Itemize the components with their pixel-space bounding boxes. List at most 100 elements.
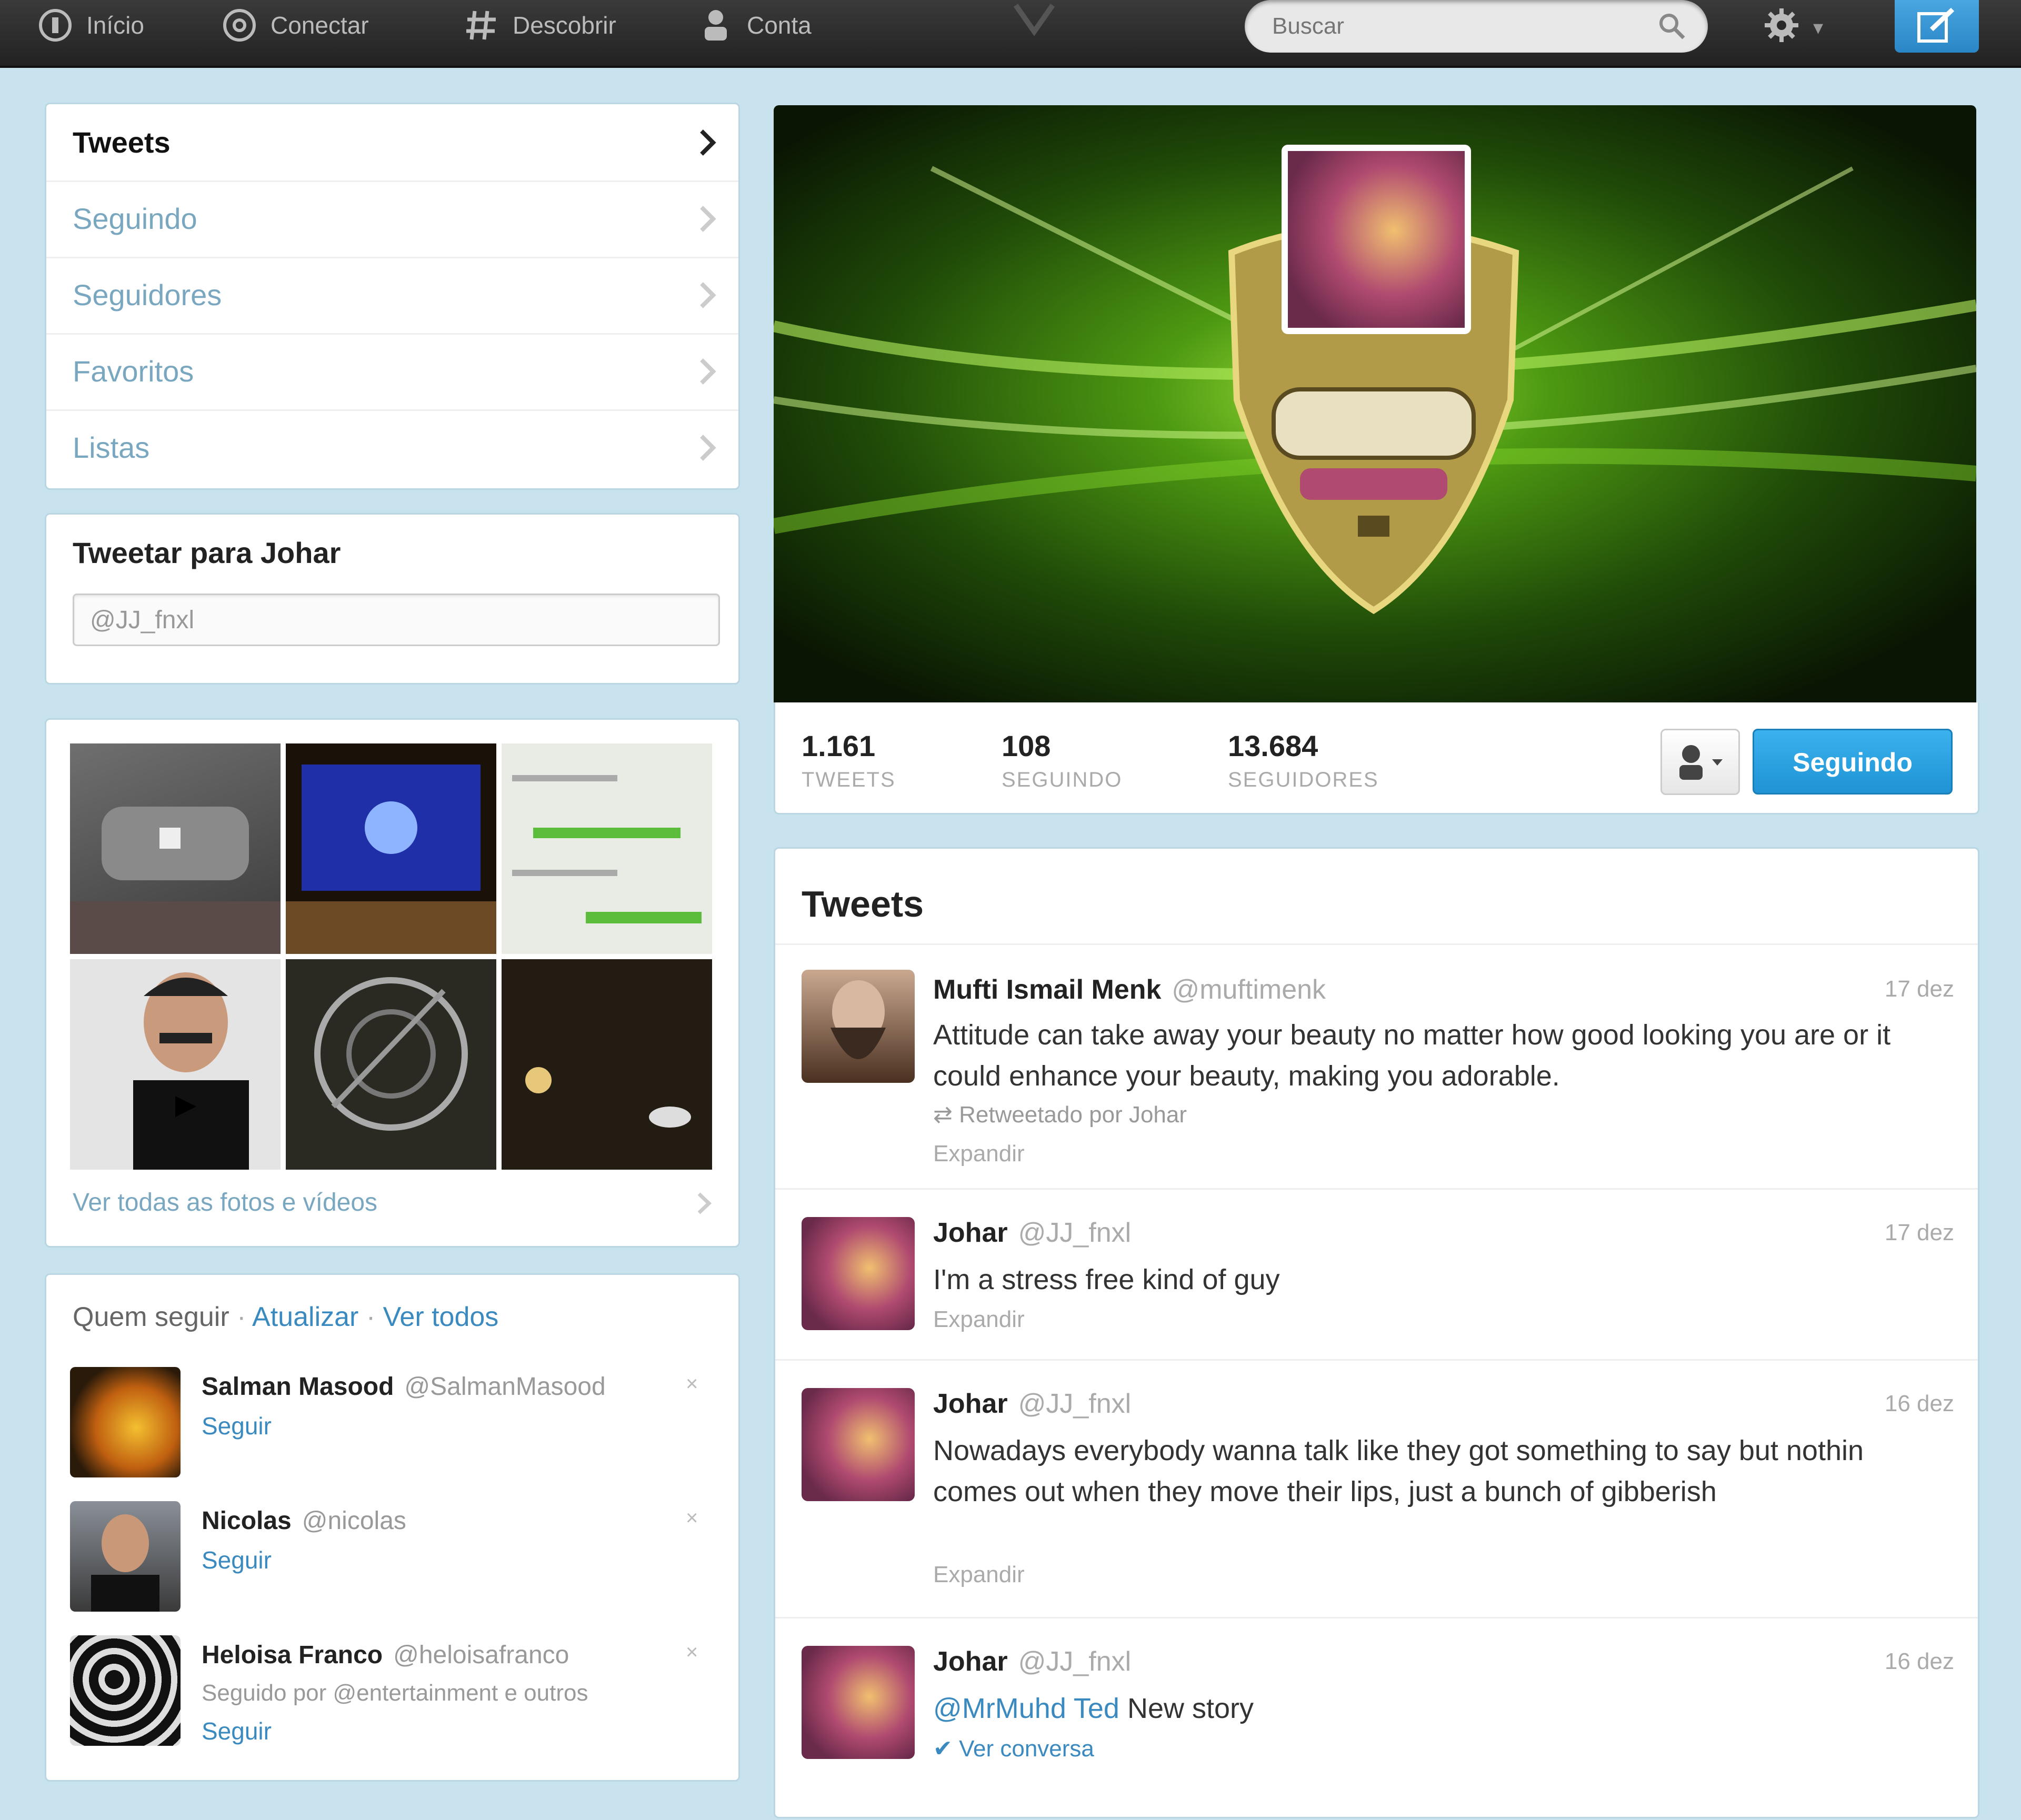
tweet-time[interactable]: 17 dez <box>1885 1220 1954 1246</box>
tweet-to-input[interactable] <box>73 594 720 646</box>
stat-following-label: SEGUINDO <box>1002 768 1123 791</box>
mention-link[interactable]: @MrMuhd Ted <box>933 1693 1119 1724</box>
dismiss-icon[interactable]: × <box>686 1641 698 1664</box>
suggestion-handle: @heloisafranco <box>393 1641 569 1669</box>
search-icon[interactable] <box>1657 12 1687 41</box>
suggestion-handle: @nicolas <box>302 1507 406 1535</box>
tweet[interactable]: Mufti Ismail Menk @muftimenk 17 dez Attit… <box>775 943 1978 1190</box>
follow-link[interactable]: Seguir <box>202 1412 272 1440</box>
nav-account[interactable]: Conta <box>697 0 812 50</box>
avatar[interactable] <box>802 1388 915 1501</box>
tweet[interactable]: Johar @JJ_fnxl 16 dez Nowadays everybody … <box>775 1359 1978 1618</box>
who-to-follow-header: Quem seguir · Atualizar · Ver todos <box>73 1301 498 1333</box>
expand-link[interactable]: Expandir <box>933 1562 1025 1588</box>
refresh-link[interactable]: Atualizar <box>252 1302 358 1332</box>
tweet-to-title: Tweetar para Johar <box>73 536 341 569</box>
nav-following-label: Seguindo <box>73 202 197 235</box>
follow-link[interactable]: Seguir <box>202 1717 272 1745</box>
tweet-author[interactable]: Johar <box>933 1389 1008 1419</box>
avatar[interactable] <box>802 970 915 1083</box>
all-media-link[interactable]: Ver todas as fotos e vídeos <box>73 1188 712 1217</box>
who-to-follow-title: Quem seguir <box>73 1302 229 1332</box>
tweet-time[interactable]: 16 dez <box>1885 1648 1954 1675</box>
expand-link[interactable]: Expandir <box>933 1306 1025 1333</box>
chevron-right-icon <box>700 282 716 308</box>
expand-link[interactable]: Expandir <box>933 1141 1025 1167</box>
suggestion-name[interactable]: Nicolas @nicolas <box>202 1506 406 1535</box>
view-conversation-link[interactable]: ✔ Ver conversa <box>933 1735 1094 1762</box>
media-thumb[interactable] <box>70 743 281 954</box>
retweet-icon: ⇄ <box>933 1102 959 1128</box>
nav-lists-label: Listas <box>73 431 150 464</box>
settings-gear-icon[interactable] <box>1760 4 1803 46</box>
media-thumb[interactable] <box>502 743 712 954</box>
timeline-title: Tweets <box>802 883 924 924</box>
follow-link[interactable]: Seguir <box>202 1546 272 1574</box>
nav-connect[interactable]: Conectar <box>221 0 369 50</box>
tweet-author[interactable]: Johar <box>933 1646 1008 1677</box>
nav-home-label: Início <box>86 11 144 39</box>
nav-followers[interactable]: Seguidores <box>46 257 738 335</box>
stat-following-count: 108 <box>1002 729 1051 762</box>
tweet-header: Johar @JJ_fnxl <box>933 1217 1131 1249</box>
nav-lists[interactable]: Listas <box>46 409 738 486</box>
view-all-link[interactable]: Ver todos <box>383 1302 499 1332</box>
profile-nav-panel: Tweets Seguindo Seguidores Favoritos Lis… <box>45 103 740 490</box>
stat-followers-count: 13.684 <box>1228 729 1318 762</box>
avatar[interactable] <box>70 1367 181 1477</box>
nav-favorites-label: Favoritos <box>73 355 194 388</box>
tweets-timeline-panel: Tweets Mufti Ismail Menk @muftimenk 17 de… <box>774 847 1979 1818</box>
avatar[interactable] <box>802 1646 915 1759</box>
nav-followers-label: Seguidores <box>73 278 222 311</box>
tweet[interactable]: Johar @JJ_fnxl 17 dez I'm a stress free k… <box>775 1188 1978 1361</box>
dismiss-icon[interactable]: × <box>686 1372 698 1396</box>
user-actions-dropdown[interactable] <box>1660 729 1740 795</box>
media-thumb[interactable] <box>70 959 281 1170</box>
at-icon <box>221 7 258 44</box>
tweet-time[interactable]: 16 dez <box>1885 1391 1954 1417</box>
tweet-text: @MrMuhd Ted New story <box>933 1688 1896 1729</box>
media-thumb[interactable] <box>502 959 712 1170</box>
tweet[interactable]: Johar @JJ_fnxl 16 dez @MrMuhd Ted New sto… <box>775 1617 1978 1817</box>
followed-by-note: Seguido por @entertainment e outros <box>202 1680 588 1706</box>
search-input[interactable] <box>1271 9 1642 43</box>
chevron-right-icon <box>700 129 716 156</box>
media-thumb[interactable] <box>286 959 496 1170</box>
tweet-author[interactable]: Mufti Ismail Menk <box>933 974 1161 1005</box>
twitter-bird-logo[interactable] <box>1010 0 1058 37</box>
suggestion-name[interactable]: Heloisa Franco @heloisafranco <box>202 1641 569 1670</box>
retweeted-by: ⇄ Retweetado por Johar <box>933 1102 1187 1128</box>
avatar[interactable] <box>802 1217 915 1330</box>
avatar[interactable] <box>70 1635 181 1746</box>
nav-home[interactable]: Início <box>37 0 144 50</box>
nav-tweets[interactable]: Tweets <box>46 104 738 182</box>
tweet-header: Mufti Ismail Menk @muftimenk <box>933 974 1326 1005</box>
nav-favorites[interactable]: Favoritos <box>46 333 738 411</box>
all-media-label: Ver todas as fotos e vídeos <box>73 1189 378 1216</box>
nav-tweets-label: Tweets <box>73 126 171 159</box>
nav-following[interactable]: Seguindo <box>46 180 738 258</box>
media-panel: Ver todas as fotos e vídeos <box>45 718 740 1248</box>
dismiss-icon[interactable]: × <box>686 1506 698 1530</box>
tweet-handle[interactable]: @JJ_fnxl <box>1018 1218 1132 1248</box>
nav-discover-label: Descobrir <box>513 11 616 39</box>
compose-tweet-button[interactable] <box>1895 0 1979 53</box>
nav-discover[interactable]: Descobrir <box>463 0 616 50</box>
tweet-handle[interactable]: @JJ_fnxl <box>1018 1389 1132 1419</box>
suggestion-name[interactable]: Salman Masood @SalmanMasood <box>202 1372 606 1401</box>
profile-avatar[interactable] <box>1282 145 1471 334</box>
search-box <box>1245 0 1708 53</box>
tweet-text: Nowadays everybody wanna talk like they … <box>933 1435 1864 1507</box>
tweet-time[interactable]: 17 dez <box>1885 976 1954 1002</box>
separator: · <box>237 1302 253 1332</box>
nav-connect-label: Conectar <box>271 11 369 39</box>
tweet-author[interactable]: Johar <box>933 1218 1008 1248</box>
avatar[interactable] <box>70 1501 181 1612</box>
tweet-handle[interactable]: @muftimenk <box>1172 974 1326 1005</box>
tweet-handle[interactable]: @JJ_fnxl <box>1018 1646 1132 1677</box>
profile-header-image <box>774 105 1976 702</box>
media-thumb[interactable] <box>286 743 496 954</box>
chevron-down-icon[interactable]: ▾ <box>1813 16 1823 39</box>
tweet-text-body: New story <box>1119 1693 1254 1724</box>
following-button[interactable]: Seguindo <box>1753 729 1953 795</box>
